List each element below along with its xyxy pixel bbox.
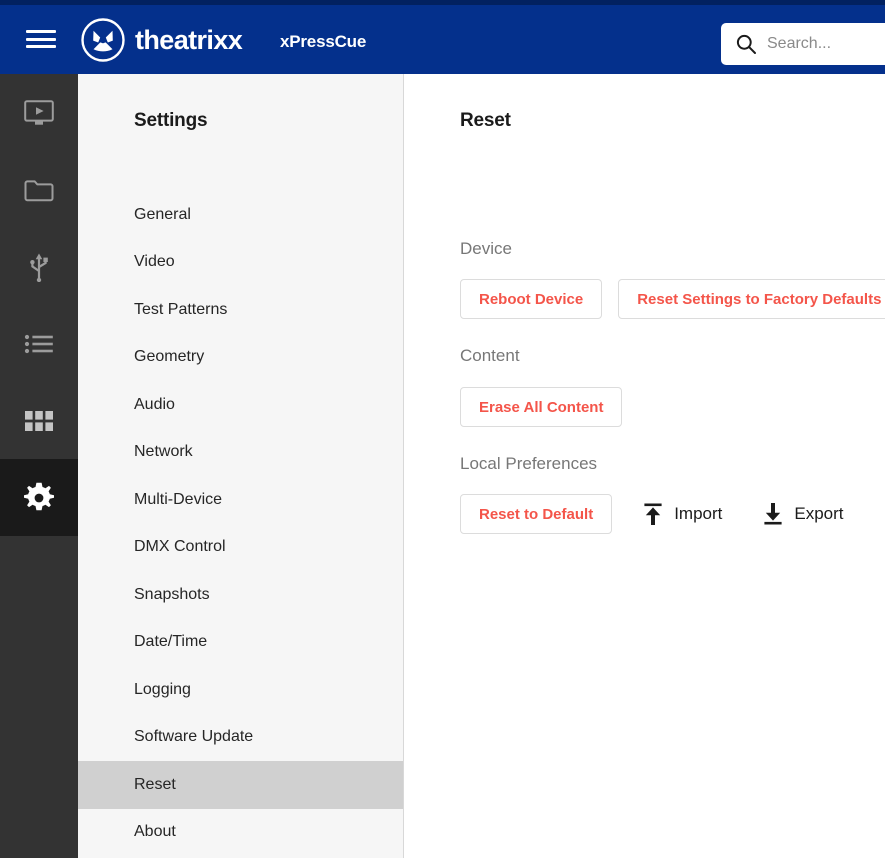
export-button[interactable]: Export — [762, 494, 844, 534]
settings-item-video[interactable]: Video — [78, 239, 403, 287]
local-preferences-section-label: Local Preferences — [460, 454, 598, 473]
hamburger-bar — [26, 37, 56, 41]
usb-icon — [27, 252, 51, 282]
brand-name: theatrixx — [135, 24, 243, 55]
local-preferences-actions-row: Reset to Default Import Export — [460, 494, 844, 534]
grid-icon — [25, 410, 53, 431]
settings-item-label: Logging — [134, 680, 191, 698]
settings-item-label: Reset — [134, 775, 176, 793]
folder-icon — [24, 178, 54, 202]
app-window: theatrixx xPressCue Search... Settings G… — [0, 0, 885, 858]
hamburger-bar — [26, 45, 56, 48]
app-header: theatrixx xPressCue — [0, 5, 885, 74]
settings-item-multi-device[interactable]: Multi-Device — [78, 476, 403, 524]
display-output-icon — [24, 99, 54, 126]
settings-item-network[interactable]: Network — [78, 429, 403, 477]
brand-logo[interactable]: theatrixx — [80, 17, 243, 63]
settings-panel: Settings General Video Test Patterns Geo… — [78, 74, 404, 858]
settings-menu-list: General Video Test Patterns Geometry Aud… — [78, 191, 403, 856]
hamburger-menu-icon[interactable] — [26, 27, 56, 51]
settings-item-label: Video — [134, 253, 175, 271]
reset-content-panel: Reset Device Reboot Device Reset Setting… — [404, 74, 885, 858]
gear-icon — [23, 482, 55, 514]
settings-item-label: Date/Time — [134, 633, 208, 651]
rail-item-settings[interactable] — [0, 459, 78, 536]
reboot-device-button[interactable]: Reboot Device — [460, 279, 603, 319]
rail-item-usb[interactable] — [0, 228, 78, 305]
settings-item-software-update[interactable]: Software Update — [78, 714, 403, 762]
settings-item-label: Network — [134, 443, 193, 461]
theatrixx-logo-icon — [80, 17, 126, 63]
search-box[interactable] — [721, 23, 885, 65]
settings-item-general[interactable]: General — [78, 191, 403, 239]
reset-to-default-button[interactable]: Reset to Default — [460, 494, 613, 534]
import-button[interactable]: Import — [642, 494, 722, 534]
reset-factory-defaults-button[interactable]: Reset Settings to Factory Defaults — [618, 279, 885, 319]
settings-item-date-time[interactable]: Date/Time — [78, 619, 403, 667]
settings-item-label: Multi-Device — [134, 490, 223, 508]
export-download-icon — [762, 502, 794, 526]
settings-item-audio[interactable]: Audio — [78, 381, 403, 429]
settings-item-label: Snapshots — [134, 585, 210, 603]
content-section-label: Content — [460, 346, 520, 365]
settings-item-test-patterns[interactable]: Test Patterns — [78, 286, 403, 334]
rail-item-display-output[interactable] — [0, 74, 78, 151]
settings-item-label: Test Patterns — [134, 300, 228, 318]
content-actions-row: Erase All Content — [460, 387, 623, 427]
settings-item-label: Audio — [134, 395, 175, 413]
import-label: Import — [674, 504, 723, 523]
playlist-icon — [24, 334, 54, 354]
export-label: Export — [794, 504, 844, 523]
search-input[interactable] — [767, 35, 885, 53]
settings-item-label: About — [134, 823, 176, 841]
settings-item-label: DMX Control — [134, 538, 226, 556]
settings-item-label: General — [134, 205, 191, 223]
rail-item-playlist[interactable] — [0, 305, 78, 382]
import-upload-icon — [642, 502, 674, 526]
settings-item-geometry[interactable]: Geometry — [78, 334, 403, 382]
hamburger-bar — [26, 30, 56, 33]
settings-item-reset[interactable]: Reset — [78, 761, 403, 809]
settings-panel-title: Settings — [134, 110, 208, 131]
settings-item-logging[interactable]: Logging — [78, 666, 403, 714]
settings-item-label: Software Update — [134, 728, 254, 746]
search-icon — [735, 33, 757, 55]
settings-item-dmx-control[interactable]: DMX Control — [78, 524, 403, 572]
settings-item-label: Geometry — [134, 348, 205, 366]
device-actions-row: Reboot Device Reset Settings to Factory … — [460, 279, 885, 319]
settings-item-snapshots[interactable]: Snapshots — [78, 571, 403, 619]
settings-item-about[interactable]: About — [78, 809, 403, 857]
icon-rail — [0, 74, 78, 858]
erase-all-content-button[interactable]: Erase All Content — [460, 387, 623, 427]
page-title: Reset — [460, 110, 511, 131]
product-name: xPressCue — [280, 32, 367, 51]
device-section-label: Device — [460, 239, 512, 258]
rail-item-grid[interactable] — [0, 382, 78, 459]
rail-item-folder[interactable] — [0, 151, 78, 228]
